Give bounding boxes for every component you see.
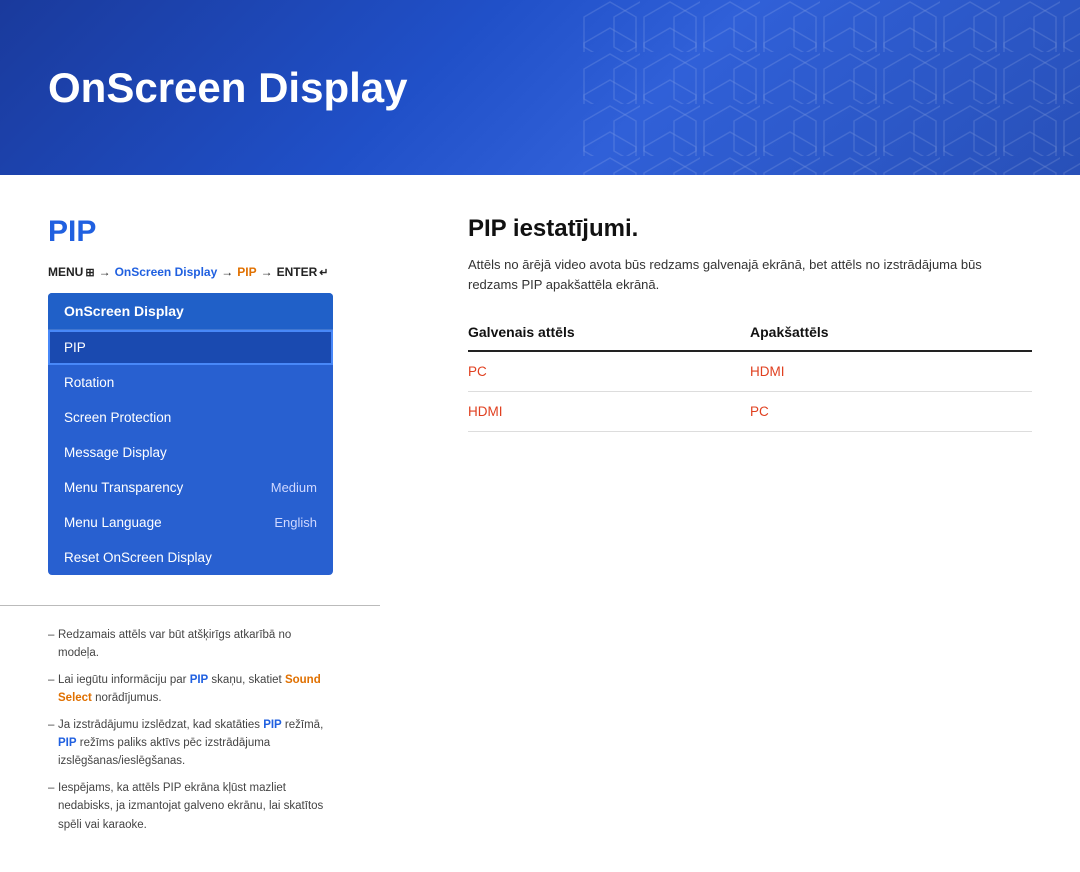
menu-item-menu-transparency[interactable]: Menu Transparency Medium: [48, 470, 333, 505]
menu-item-menu-transparency-label: Menu Transparency: [64, 480, 183, 495]
table-cell-row2-col1: HDMI: [468, 392, 750, 432]
table-row: HDMI PC: [468, 392, 1032, 432]
table-cell-row1-col1: PC: [468, 351, 750, 392]
menu-item-screen-protection-label: Screen Protection: [64, 410, 171, 425]
main-content: PIP MENU ⊞ → OnScreen Display → PIP → EN…: [0, 175, 1080, 605]
menu-path-pip: PIP: [237, 265, 256, 279]
note-pip-highlight-3: PIP: [58, 737, 77, 749]
menu-item-reset-onscreen-label: Reset OnScreen Display: [64, 550, 212, 565]
menu-item-menu-language[interactable]: Menu Language English: [48, 505, 333, 540]
page-header: OnScreen Display: [0, 0, 1080, 175]
table-row: PC HDMI: [468, 351, 1032, 392]
osd-menu-box: OnScreen Display PIP Rotation Screen Pro…: [48, 293, 333, 575]
footer-note-2: Lai iegūtu informāciju par PIP skaņu, sk…: [48, 671, 332, 708]
menu-item-pip[interactable]: PIP: [48, 330, 333, 365]
footer-notes: Redzamais attēls var būt atšķirīgs atkar…: [0, 605, 380, 872]
table-col1-header: Galvenais attēls: [468, 316, 750, 351]
menu-item-screen-protection[interactable]: Screen Protection: [48, 400, 333, 435]
menu-item-menu-transparency-value: Medium: [271, 480, 317, 495]
left-column: PIP MENU ⊞ → OnScreen Display → PIP → EN…: [48, 215, 408, 575]
table-cell-row1-col2: HDMI: [750, 351, 1032, 392]
menu-item-message-display-label: Message Display: [64, 445, 167, 460]
menu-item-pip-label: PIP: [64, 340, 86, 355]
osd-menu-header: OnScreen Display: [48, 293, 333, 330]
menu-item-menu-language-label: Menu Language: [64, 515, 162, 530]
menu-item-reset-onscreen[interactable]: Reset OnScreen Display: [48, 540, 333, 575]
footer-note-4: Iespējams, ka attēls PIP ekrāna kļūst ma…: [48, 779, 332, 834]
right-column: PIP iestatījumi. Attēls no ārējā video a…: [408, 215, 1032, 575]
enter-icon: ↵: [319, 266, 328, 279]
menu-item-rotation[interactable]: Rotation: [48, 365, 333, 400]
pip-table: Galvenais attēls Apakšattēls PC HDMI HDM…: [468, 316, 1032, 432]
pip-settings-description: Attēls no ārējā video avota būs redzams …: [468, 255, 1032, 294]
menu-item-rotation-label: Rotation: [64, 375, 114, 390]
table-col2-header: Apakšattēls: [750, 316, 1032, 351]
menu-path-onscreen: OnScreen Display: [115, 265, 218, 279]
menu-item-message-display[interactable]: Message Display: [48, 435, 333, 470]
menu-path-menu: MENU: [48, 265, 83, 279]
note-pip-highlight: PIP: [190, 674, 209, 686]
footer-note-3: Ja izstrādājumu izslēdzat, kad skatāties…: [48, 716, 332, 771]
pip-section-heading: PIP: [48, 215, 408, 249]
footer-note-1: Redzamais attēls var būt atšķirīgs atkar…: [48, 626, 332, 663]
table-cell-row2-col2: PC: [750, 392, 1032, 432]
menu-item-menu-language-value: English: [274, 515, 317, 530]
menu-icon: ⊞: [85, 266, 94, 279]
page-title: OnScreen Display: [48, 64, 407, 112]
pip-settings-title: PIP iestatījumi.: [468, 215, 1032, 243]
header-pattern: [580, 0, 1080, 175]
note-pip-highlight-2: PIP: [263, 719, 282, 731]
menu-path-enter: ENTER: [277, 265, 318, 279]
menu-path: MENU ⊞ → OnScreen Display → PIP → ENTER …: [48, 265, 408, 279]
